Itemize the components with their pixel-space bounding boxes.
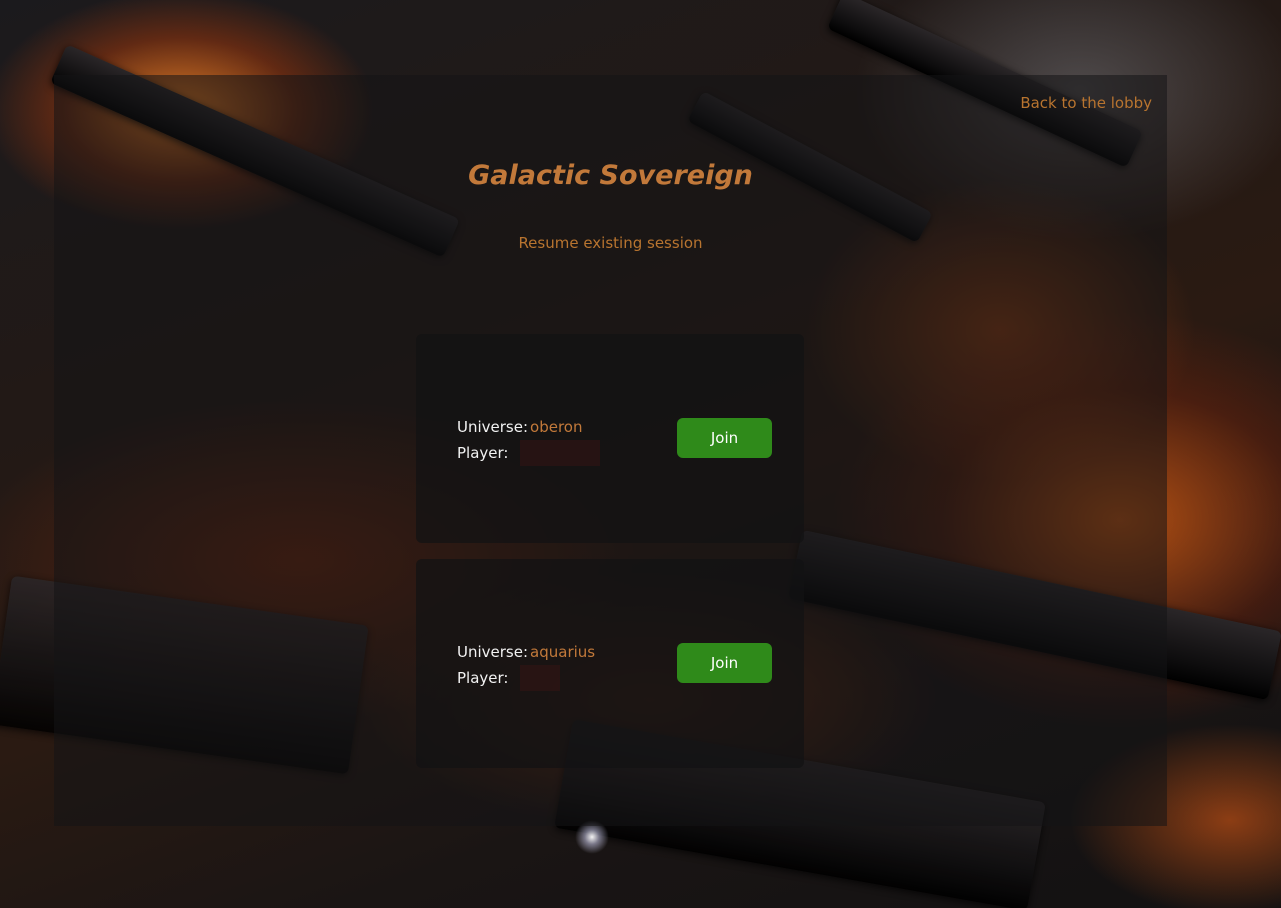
- main-panel: Back to the lobby Galactic Sovereign Res…: [54, 75, 1167, 826]
- universe-label: Universe:: [457, 418, 529, 436]
- player-row: Player:: [457, 665, 595, 691]
- session-card: Universe: aquarius Player: Join: [416, 559, 804, 768]
- universe-label: Universe:: [457, 643, 529, 661]
- page-subtitle: Resume existing session: [518, 234, 703, 252]
- universe-row: Universe: oberon: [457, 414, 600, 440]
- player-name: [520, 665, 561, 691]
- player-label: Player:: [457, 669, 509, 687]
- join-button[interactable]: Join: [677, 418, 772, 458]
- player-label: Player:: [457, 444, 509, 462]
- session-info: Universe: oberon Player:: [457, 414, 601, 466]
- back-to-lobby-link[interactable]: Back to the lobby: [1020, 94, 1152, 112]
- universe-row: Universe: aquarius: [457, 639, 595, 665]
- session-card: Universe: oberon Player: Join: [416, 334, 804, 543]
- session-info: Universe: aquarius Player:: [457, 639, 595, 691]
- join-button[interactable]: Join: [677, 643, 772, 683]
- universe-name: aquarius: [530, 643, 596, 661]
- player-row: Player:: [457, 440, 601, 466]
- universe-name: oberon: [530, 418, 583, 436]
- game-title: Galactic Sovereign: [468, 160, 753, 191]
- player-name: [520, 440, 601, 466]
